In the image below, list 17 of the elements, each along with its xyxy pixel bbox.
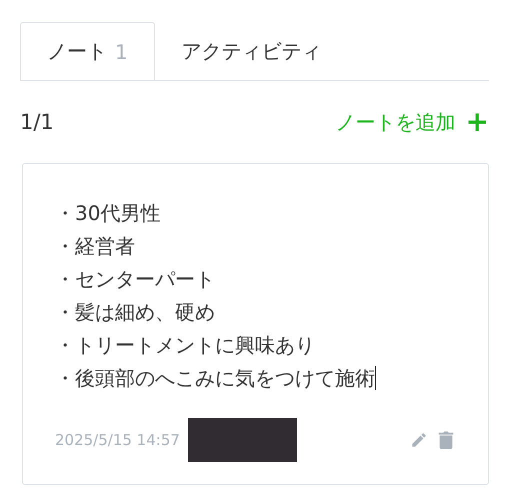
- note-line: ・髪は細め、硬め: [55, 299, 216, 326]
- tab[interactable]: ノート 1: [20, 22, 155, 80]
- note-timestamp: 2025/5/15 14:57: [55, 431, 180, 449]
- trash-icon: [438, 431, 454, 449]
- note-line: ・後頭部のへこみに気をつけて施術: [55, 365, 377, 392]
- plus-icon: +: [466, 108, 489, 136]
- page-counter: 1/1: [20, 110, 54, 134]
- note-line: ・トリートメントに興味あり: [55, 332, 316, 359]
- edit-button[interactable]: [410, 431, 428, 449]
- tab-label: アクティビティ: [182, 38, 322, 65]
- note-line: ・センターパート: [55, 266, 216, 293]
- tab-label: ノート: [47, 38, 107, 65]
- tab-count: 1: [115, 40, 128, 64]
- pencil-icon: [410, 431, 428, 449]
- note-line: ・経営者: [55, 233, 136, 260]
- note-line: ・30代男性: [55, 200, 162, 227]
- delete-button[interactable]: [438, 431, 454, 449]
